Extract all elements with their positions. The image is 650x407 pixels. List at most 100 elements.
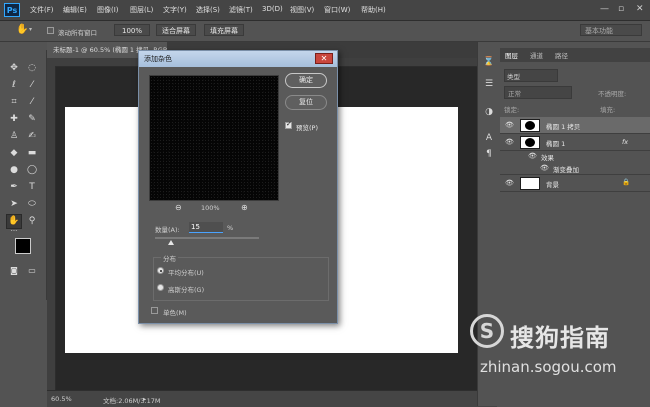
layer-name: 背景 bbox=[546, 181, 559, 189]
ellipse-tool-icon[interactable]: ⬭ bbox=[26, 198, 38, 210]
menu-type[interactable]: 文字(Y) bbox=[163, 5, 187, 15]
lock-label: 锁定: bbox=[504, 106, 520, 114]
layer-effects-row[interactable]: 👁 效果 bbox=[500, 151, 650, 163]
dodge-tool-icon[interactable]: ◯ bbox=[26, 164, 38, 176]
workspace-select[interactable]: 基本功能 bbox=[580, 24, 642, 36]
amount-slider-thumb[interactable] bbox=[167, 240, 174, 245]
gaussian-radio[interactable] bbox=[157, 284, 164, 291]
tab-channels[interactable]: 通道 bbox=[530, 50, 543, 60]
amount-unit: % bbox=[227, 224, 234, 232]
uniform-radio[interactable] bbox=[157, 267, 164, 274]
layer-thumbnail bbox=[520, 119, 540, 132]
panel-tab-bar bbox=[500, 48, 650, 62]
paragraph-panel-icon[interactable]: ¶ bbox=[483, 148, 495, 160]
menu-window[interactable]: 窗口(W) bbox=[324, 5, 350, 15]
layer-filter-box[interactable]: 类型 bbox=[504, 69, 558, 82]
more-tools-icon[interactable]: ··· bbox=[8, 225, 20, 237]
screen-mode-icon[interactable]: ▭ bbox=[26, 265, 38, 277]
history-panel-icon[interactable]: ⌛ bbox=[483, 56, 495, 68]
character-panel-icon[interactable]: A bbox=[483, 132, 495, 144]
quick-select-tool-icon[interactable]: ⁄ bbox=[26, 79, 38, 91]
lasso-tool-icon[interactable]: ℓ bbox=[8, 79, 20, 91]
brush-tool-icon[interactable]: ✎ bbox=[26, 113, 38, 125]
tab-layers[interactable]: 图层 bbox=[505, 50, 518, 60]
menu-layer[interactable]: 图层(L) bbox=[130, 5, 153, 15]
path-select-tool-icon[interactable]: ➤ bbox=[8, 198, 20, 210]
monochrome-checkbox[interactable] bbox=[151, 307, 158, 314]
zoom-100-button[interactable]: 100% bbox=[114, 24, 150, 36]
adjustments-panel-icon[interactable]: ◑ bbox=[483, 106, 495, 118]
amount-input[interactable]: 15 bbox=[189, 222, 223, 233]
status-arrow-icon[interactable]: ▸ bbox=[143, 395, 146, 403]
menu-help[interactable]: 帮助(H) bbox=[361, 5, 386, 15]
amount-slider-track[interactable] bbox=[155, 237, 259, 239]
preview-checkbox[interactable]: ✓ bbox=[285, 120, 292, 129]
scroll-all-checkbox[interactable] bbox=[47, 27, 54, 34]
crop-tool-icon[interactable]: ⌗ bbox=[8, 96, 20, 108]
layer-row-background[interactable]: 👁 背景 🔒 bbox=[500, 175, 650, 192]
preview-label: 预览(P) bbox=[296, 124, 318, 132]
tab-paths[interactable]: 路径 bbox=[555, 50, 568, 60]
options-bar: ✋ ▾ 滚动所有窗口 100% 适合屏幕 填充屏幕 基本功能 bbox=[0, 21, 650, 42]
reset-button[interactable]: 复位 bbox=[285, 95, 327, 110]
zoom-tool-icon[interactable]: ⚲ bbox=[26, 215, 38, 227]
visibility-eye-icon[interactable]: 👁 bbox=[505, 138, 514, 146]
gaussian-label: 高斯分布(G) bbox=[168, 286, 205, 294]
fill-screen-button[interactable]: 填充屏幕 bbox=[204, 24, 244, 36]
fill-label: 填充: bbox=[600, 106, 616, 114]
sogou-logo-icon: S bbox=[470, 314, 504, 348]
tool-preset-dropdown-icon[interactable]: ▾ bbox=[29, 26, 32, 33]
move-tool-icon[interactable]: ✥ bbox=[8, 62, 20, 74]
menu-3d[interactable]: 3D(D) bbox=[262, 5, 283, 13]
menu-file[interactable]: 文件(F) bbox=[30, 5, 54, 15]
status-doc-size: 文档:2.06M/3.17M bbox=[103, 397, 161, 405]
blur-tool-icon[interactable]: ● bbox=[8, 164, 20, 176]
dialog-close-icon[interactable]: ✕ bbox=[315, 53, 333, 64]
clone-stamp-tool-icon[interactable]: ♙ bbox=[8, 130, 20, 142]
fit-screen-button[interactable]: 适合屏幕 bbox=[156, 24, 196, 36]
gradient-overlay-row[interactable]: 👁 渐变叠加 bbox=[500, 163, 650, 175]
marquee-tool-icon[interactable]: ◌ bbox=[26, 62, 38, 74]
effects-eye-icon[interactable]: 👁 bbox=[528, 152, 537, 160]
menu-bar: Ps 文件(F) 编辑(E) 图像(I) 图层(L) 文字(Y) 选择(S) 滤… bbox=[0, 0, 650, 21]
history-brush-tool-icon[interactable]: ✍ bbox=[26, 130, 38, 142]
menu-edit[interactable]: 编辑(E) bbox=[63, 5, 87, 15]
layer-row-ellipse[interactable]: 👁 椭圆 1 fx bbox=[500, 134, 650, 151]
gradient-tool-icon[interactable]: ▬ bbox=[26, 147, 38, 159]
lock-icon: 🔒 bbox=[622, 178, 631, 186]
menu-image[interactable]: 图像(I) bbox=[97, 5, 119, 15]
fx-badge[interactable]: fx bbox=[622, 138, 628, 146]
menu-filter[interactable]: 滤镜(T) bbox=[229, 5, 253, 15]
eyedropper-tool-icon[interactable]: ⁄ bbox=[26, 96, 38, 108]
foreground-color-swatch[interactable] bbox=[15, 238, 31, 254]
distribution-group bbox=[153, 257, 329, 301]
layer-name: 椭圆 1 bbox=[546, 140, 566, 148]
gradient-eye-icon[interactable]: 👁 bbox=[540, 164, 549, 172]
visibility-eye-icon[interactable]: 👁 bbox=[505, 179, 514, 187]
hand-tool-icon[interactable]: ✋ bbox=[16, 24, 28, 35]
menu-select[interactable]: 选择(S) bbox=[196, 5, 220, 15]
blend-mode-value: 正常 bbox=[508, 90, 521, 98]
add-noise-dialog: 添加杂色 ✕ ⊖ 100% ⊕ 确定 复位 ✓ 预览(P) 数量(A): 15 … bbox=[138, 50, 338, 324]
layer-row-ellipse-copy[interactable]: 👁 椭圆 1 拷贝 bbox=[500, 117, 650, 134]
healing-brush-tool-icon[interactable]: ✚ bbox=[8, 113, 20, 125]
noise-preview[interactable] bbox=[149, 75, 279, 201]
quick-mask-icon[interactable]: ◙ bbox=[8, 265, 20, 277]
effects-label: 效果 bbox=[541, 154, 554, 162]
blend-mode-select[interactable]: 正常 bbox=[504, 86, 572, 99]
zoom-out-icon[interactable]: ⊖ bbox=[175, 203, 182, 212]
properties-panel-icon[interactable]: ☰ bbox=[483, 78, 495, 90]
pen-tool-icon[interactable]: ✒ bbox=[8, 181, 20, 193]
zoom-in-icon[interactable]: ⊕ bbox=[241, 203, 248, 212]
type-tool-icon[interactable]: T bbox=[26, 181, 38, 193]
close-window-button[interactable]: ✕ bbox=[636, 4, 644, 14]
restore-button[interactable]: ▫ bbox=[618, 4, 624, 14]
visibility-eye-icon[interactable]: 👁 bbox=[505, 121, 514, 129]
status-zoom[interactable]: 60.5% bbox=[51, 395, 72, 403]
preview-zoom-level: 100% bbox=[201, 204, 220, 212]
menu-view[interactable]: 视图(V) bbox=[290, 5, 314, 15]
dialog-title-bar[interactable]: 添加杂色 ✕ bbox=[139, 51, 337, 67]
eraser-tool-icon[interactable]: ◆ bbox=[8, 147, 20, 159]
ok-button[interactable]: 确定 bbox=[285, 73, 327, 88]
minimize-button[interactable]: — bbox=[600, 4, 609, 14]
